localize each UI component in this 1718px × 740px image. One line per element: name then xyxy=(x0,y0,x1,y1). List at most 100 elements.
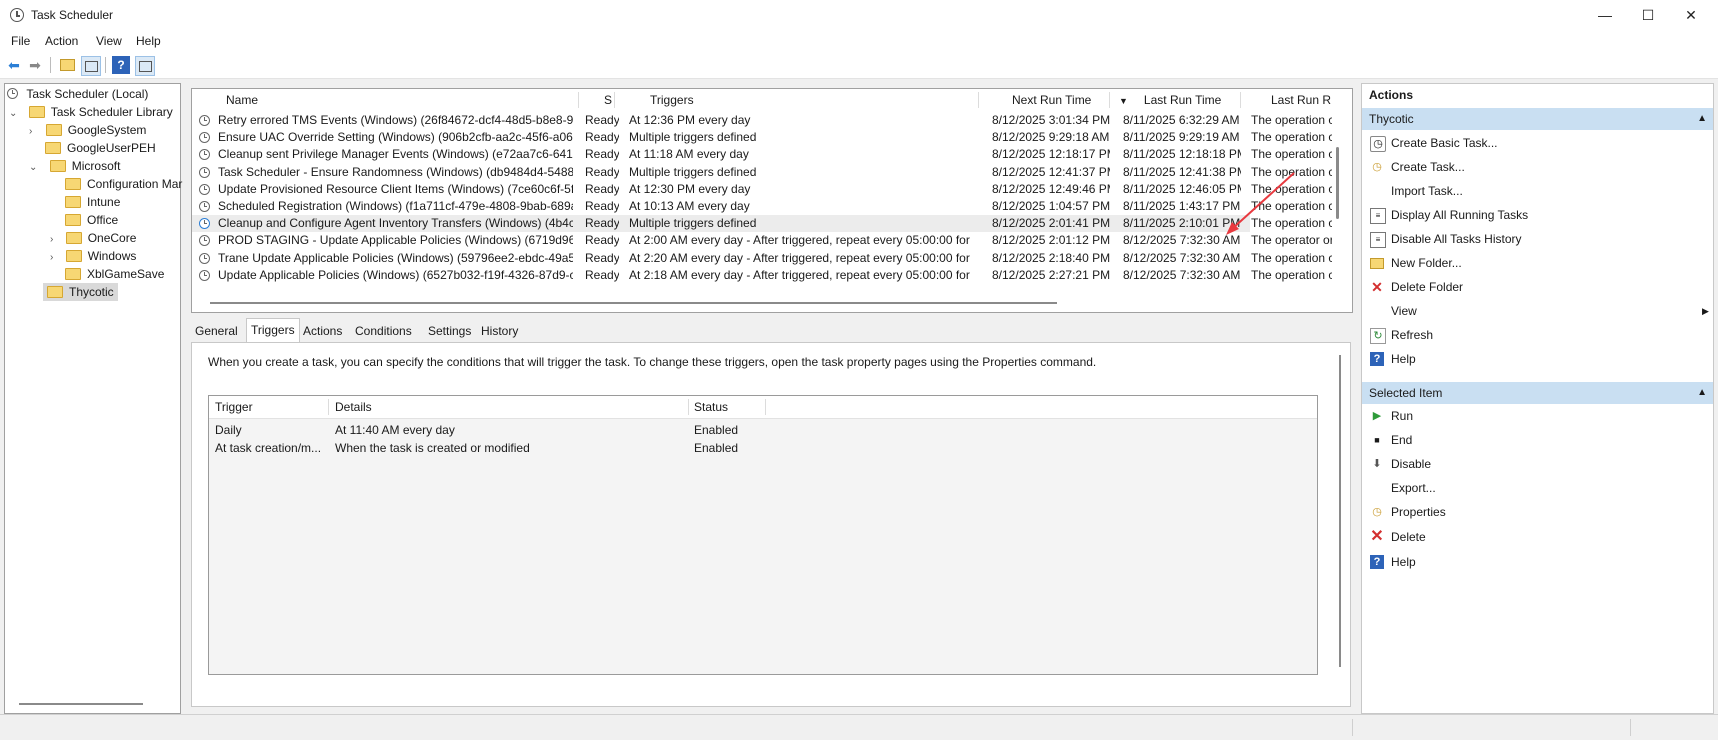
tree-item-onecore[interactable]: › OneCore xyxy=(50,229,136,247)
column-header-status[interactable]: Status xyxy=(689,396,766,418)
chevron-down-icon[interactable]: ⌄ xyxy=(29,162,37,173)
back-arrow-icon[interactable]: ⬅ xyxy=(5,56,23,74)
menu-view[interactable]: View xyxy=(96,34,122,48)
column-header-details[interactable]: Details xyxy=(329,396,689,418)
tree-item-label: Task Scheduler (Local) xyxy=(26,87,149,101)
vertical-scrollbar[interactable] xyxy=(1339,355,1341,667)
menu-help[interactable]: Help xyxy=(136,34,161,48)
tab-settings[interactable]: Settings xyxy=(424,320,475,342)
task-row[interactable]: Cleanup and Configure Agent Inventory Tr… xyxy=(192,215,1332,233)
actions-group-selected-item[interactable]: Selected Item ▲ xyxy=(1362,382,1713,404)
tab-actions[interactable]: Actions xyxy=(299,320,346,342)
menu-action[interactable]: Action xyxy=(45,34,78,48)
tab-history[interactable]: History xyxy=(477,320,522,342)
show-hide-tree-icon[interactable] xyxy=(81,56,101,76)
toolbar: ⬅ ➡ ? xyxy=(0,52,1718,79)
action-end[interactable]: ■ End xyxy=(1362,429,1686,451)
show-action-pane-icon[interactable] xyxy=(135,56,155,76)
chevron-down-icon[interactable]: ⌄ xyxy=(9,108,17,119)
trigger-row[interactable]: Daily At 11:40 AM every day Enabled xyxy=(209,421,1317,439)
up-folder-icon[interactable] xyxy=(58,56,76,74)
tree-item-configuration-manager[interactable]: Configuration Mar xyxy=(65,175,182,193)
action-create-task[interactable]: ◷ Create Task... xyxy=(1362,156,1686,178)
task-last-run-time: 8/11/2025 6:32:29 AM xyxy=(1123,113,1240,127)
action-delete-folder[interactable]: ✕ Delete Folder xyxy=(1362,276,1686,298)
menu-file[interactable]: File xyxy=(11,34,30,48)
column-header-last-run-result[interactable]: Last Run R xyxy=(1241,89,1350,111)
help-icon[interactable]: ? xyxy=(112,56,130,74)
title-bar: Task Scheduler — ☐ ✕ xyxy=(0,0,1718,30)
tree-item-office[interactable]: Office xyxy=(65,211,118,229)
task-triggers: At 11:18 AM every day xyxy=(629,147,749,162)
task-next-run-time: 8/12/2025 9:29:18 AM xyxy=(992,130,1110,145)
task-row[interactable]: Task Scheduler - Ensure Randomness (Wind… xyxy=(192,164,1332,181)
task-row[interactable]: Update Applicable Policies (Windows) (65… xyxy=(192,267,1332,284)
disable-down-arrow-icon: ⬇ xyxy=(1372,458,1382,470)
chevron-right-icon[interactable]: › xyxy=(50,234,53,245)
folder-icon xyxy=(49,159,66,172)
collapse-caret-icon[interactable]: ▲ xyxy=(1697,108,1707,130)
help-icon: ? xyxy=(1370,352,1384,366)
action-properties[interactable]: ◷ Properties xyxy=(1362,501,1686,523)
trigger-type: Daily xyxy=(215,423,242,437)
tree-item-microsoft[interactable]: ⌄ Microsoft xyxy=(29,157,120,175)
action-refresh[interactable]: ↻ Refresh xyxy=(1362,324,1686,346)
task-last-run-result: The operation c xyxy=(1251,130,1332,145)
tree-item-googlesystem[interactable]: › GoogleSystem xyxy=(29,121,146,139)
task-row[interactable]: Retry errored TMS Events (Windows) (26f8… xyxy=(192,112,1332,129)
tree-item-windows[interactable]: › Windows xyxy=(50,247,136,265)
action-view[interactable]: View ▶ xyxy=(1362,300,1709,322)
action-run[interactable]: ▶ Run xyxy=(1362,405,1686,427)
action-help[interactable]: ? Help xyxy=(1362,348,1686,370)
action-help-selected[interactable]: ? Help xyxy=(1362,551,1686,573)
action-display-running-tasks[interactable]: ≡ Display All Running Tasks xyxy=(1362,204,1686,226)
tree-item-xblgamesave[interactable]: XblGameSave xyxy=(65,265,164,283)
minimize-button[interactable]: — xyxy=(1582,0,1628,30)
tree-item-library[interactable]: ⌄ Task Scheduler Library xyxy=(9,103,173,121)
tree-item-root[interactable]: Task Scheduler (Local) xyxy=(7,85,148,103)
chevron-right-icon[interactable]: › xyxy=(29,126,32,137)
column-header-next-run-time[interactable]: Next Run Time xyxy=(979,89,1110,111)
task-row[interactable]: Trane Update Applicable Policies (Window… xyxy=(192,250,1332,267)
task-name: Update Provisioned Resource Client Items… xyxy=(218,181,573,196)
actions-group-thycotic[interactable]: Thycotic ▲ xyxy=(1362,108,1713,130)
tab-triggers[interactable]: Triggers xyxy=(246,318,300,343)
column-header-name[interactable]: Name xyxy=(192,89,579,111)
maximize-button[interactable]: ☐ xyxy=(1625,0,1671,30)
action-export[interactable]: Export... xyxy=(1362,477,1686,499)
group-title: Selected Item xyxy=(1369,386,1443,400)
task-name: Trane Update Applicable Policies (Window… xyxy=(218,250,573,265)
close-button[interactable]: ✕ xyxy=(1668,0,1714,30)
action-disable[interactable]: ⬇ Disable xyxy=(1362,453,1686,475)
task-row[interactable]: Update Provisioned Resource Client Items… xyxy=(192,181,1332,198)
task-row[interactable]: Cleanup sent Privilege Manager Events (W… xyxy=(192,146,1332,163)
task-row[interactable]: Scheduled Registration (Windows) (f1a711… xyxy=(192,198,1332,215)
tree-item-thycotic[interactable]: Thycotic xyxy=(43,283,118,301)
action-new-folder[interactable]: New Folder... xyxy=(1362,252,1686,274)
tab-general[interactable]: General xyxy=(191,320,242,342)
task-status: Ready xyxy=(585,164,619,179)
task-row[interactable]: Ensure UAC Override Setting (Windows) (9… xyxy=(192,129,1332,146)
folder-icon xyxy=(45,141,61,154)
tab-conditions[interactable]: Conditions xyxy=(351,320,416,342)
action-disable-history[interactable]: ≡ Disable All Tasks History xyxy=(1362,228,1686,250)
vertical-scrollbar[interactable] xyxy=(1336,147,1339,219)
forward-arrow-icon[interactable]: ➡ xyxy=(26,56,44,74)
action-import-task[interactable]: Import Task... xyxy=(1362,180,1686,202)
task-status: Ready xyxy=(585,130,619,145)
action-delete[interactable]: ✕ Delete xyxy=(1362,526,1686,548)
task-row[interactable]: PROD STAGING - Update Applicable Policie… xyxy=(192,232,1332,249)
column-header-trigger[interactable]: Trigger xyxy=(209,396,329,418)
tree-item-googleuserpeh[interactable]: GoogleUserPEH xyxy=(45,139,156,157)
column-header-triggers[interactable]: Triggers xyxy=(615,89,979,111)
column-header-status[interactable]: S xyxy=(579,89,615,111)
delete-x-icon: ✕ xyxy=(1371,279,1383,295)
column-header-last-run-time[interactable]: ▼ Last Run Time xyxy=(1110,89,1241,111)
chevron-right-icon[interactable]: › xyxy=(50,252,53,263)
tree-item-intune[interactable]: Intune xyxy=(65,193,120,211)
trigger-row[interactable]: At task creation/m... When the task is c… xyxy=(209,439,1317,457)
collapse-caret-icon[interactable]: ▲ xyxy=(1697,382,1707,404)
horizontal-scrollbar[interactable] xyxy=(19,703,143,705)
horizontal-scrollbar[interactable] xyxy=(210,302,1057,304)
action-create-basic-task[interactable]: ◷ Create Basic Task... xyxy=(1362,132,1686,154)
